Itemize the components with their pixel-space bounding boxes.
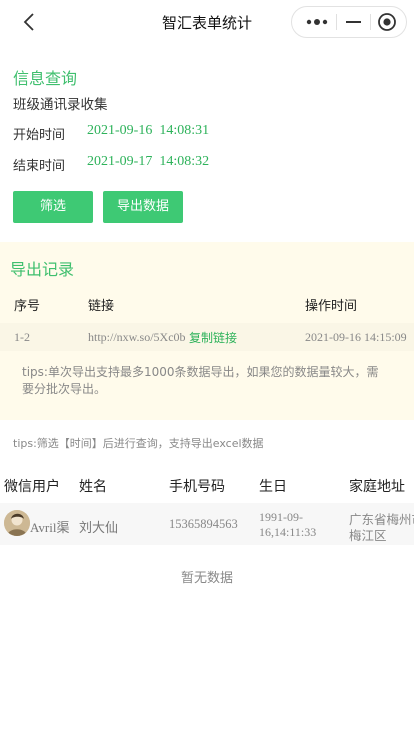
start-time-value[interactable]: 2021-09-16 14:08:31	[87, 123, 209, 139]
empty-state: 暂无数据	[180, 571, 233, 586]
export-row-url[interactable]: http://nxw.so/5Xc0b	[88, 330, 186, 345]
row-name: 刘大仙	[79, 521, 119, 536]
export-button[interactable]: 导出数据	[103, 191, 183, 223]
header-name: 姓名	[79, 479, 107, 495]
start-time-label: 开始时间	[13, 128, 66, 143]
row-birthday-line2: 16,14:11:33	[259, 525, 317, 539]
info-section-title: 信息查询	[13, 69, 78, 88]
nav-bar: 智汇表单统计	[0, 0, 414, 44]
filter-button[interactable]: 筛选	[13, 191, 93, 223]
avatar	[4, 510, 30, 536]
header-wechat-user: 微信用户	[4, 479, 60, 495]
header-phone: 手机号码	[169, 479, 225, 495]
export-row-time: 2021-09-16 14:15:09	[305, 330, 407, 344]
export-tips: tips:单次导出支持最多1000条数据导出，如果您的数据量较大，需要分批次导出…	[22, 365, 379, 396]
end-time-value[interactable]: 2021-09-17 14:08:32	[87, 154, 209, 170]
row-wechat-user: Avril渠	[30, 520, 70, 535]
close-target-icon[interactable]	[371, 7, 407, 37]
minimize-icon[interactable]	[337, 7, 370, 37]
end-time-label: 结束时间	[13, 159, 66, 174]
end-date: 2021-09-17	[87, 154, 153, 169]
row-birthday-line1: 1991-09-	[259, 510, 303, 524]
header-address: 家庭地址	[349, 479, 405, 495]
mini-program-capsule	[291, 6, 407, 38]
export-section-title: 导出记录	[10, 260, 75, 279]
header-birthday: 生日	[259, 479, 287, 495]
row-address-line2: 梅江区	[349, 528, 387, 543]
export-header-index: 序号	[14, 299, 41, 314]
start-date: 2021-09-16	[87, 123, 153, 138]
copy-link-button[interactable]: 复制链接	[189, 329, 237, 346]
export-row-index: 1-2	[14, 330, 30, 344]
row-phone: 15365894563	[169, 517, 238, 531]
filter-tips: tips:筛选【时间】后进行查询，支持导出excel数据	[13, 437, 264, 450]
end-clock: 14:08:32	[159, 154, 210, 169]
form-name: 班级通讯录收集	[13, 97, 108, 113]
more-icon[interactable]	[298, 7, 336, 37]
export-header-link: 链接	[88, 299, 115, 314]
start-clock: 14:08:31	[159, 123, 210, 138]
export-header-time: 操作时间	[305, 299, 358, 314]
